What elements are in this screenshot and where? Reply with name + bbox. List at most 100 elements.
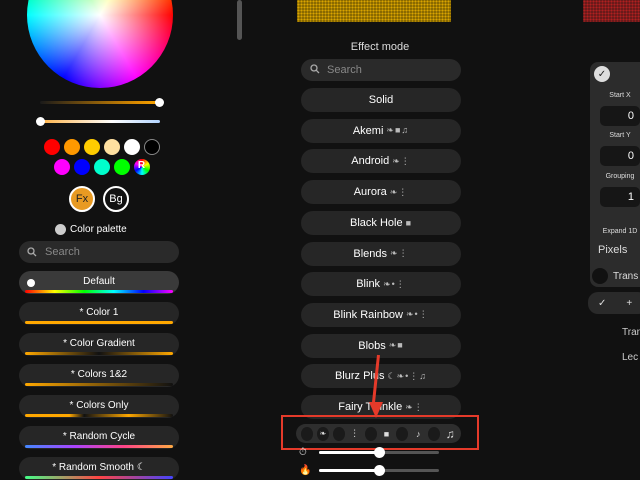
transpose-row: Trans: [592, 268, 638, 284]
palette-item[interactable]: * Color Gradient: [19, 333, 179, 356]
palette-item-label: * Colors Only: [69, 400, 129, 411]
color-wheel[interactable]: [27, 0, 173, 88]
effect-item[interactable]: Blink Rainbow ❧•⋮: [301, 302, 461, 327]
palette-item-label: * Color 1: [79, 307, 119, 318]
color-swatch[interactable]: [73, 159, 90, 175]
palette-gradient-preview: [25, 445, 173, 448]
palette-search-placeholder: Search: [45, 246, 80, 258]
effect-capability-icons: ❧■♫: [386, 125, 410, 136]
palette-item[interactable]: * Colors Only: [19, 395, 179, 418]
transpose-toggle[interactable]: [592, 268, 608, 284]
effect-intensity-row: 🔥: [299, 462, 464, 478]
effect-item[interactable]: Solid: [301, 88, 461, 112]
effect-speed-knob[interactable]: [374, 446, 385, 458]
intensity-flame-icon: 🔥: [299, 464, 312, 476]
palette-gradient-preview: [25, 414, 173, 417]
brightness-slider[interactable]: [40, 98, 164, 107]
effect-item-name: Black Hole: [349, 216, 403, 229]
effect-item-name: Android: [351, 155, 390, 168]
white-balance-slider[interactable]: [36, 117, 160, 126]
start-x-label: Start X: [609, 92, 631, 99]
effect-item[interactable]: Android ❧⋮: [301, 149, 461, 174]
palette-gradient-preview: [25, 383, 173, 386]
effect-item-name: Akemi: [352, 124, 384, 137]
color-swatch[interactable]: [113, 159, 130, 175]
speed-icon: ⏱: [299, 446, 307, 458]
effect-capability-icons: ■: [405, 217, 412, 228]
color-swatch[interactable]: [43, 139, 60, 155]
palette-item[interactable]: * Random Smooth ☾: [19, 457, 179, 480]
effect-capability-icons: ❧•⋮: [383, 278, 406, 289]
effect-item[interactable]: Aurora ❧⋮: [301, 180, 461, 205]
palette-item-label: * Colors 1&2: [70, 369, 128, 380]
effect-capability-icons: ❧⋮: [389, 186, 409, 197]
effect-item[interactable]: Blink ❧•⋮: [301, 272, 461, 297]
transition-label: Tran: [622, 327, 640, 338]
effect-item-name: Blobs: [358, 339, 386, 352]
effect-search-placeholder: Search: [327, 64, 362, 76]
led-label: Lec: [622, 352, 639, 363]
color-swatch[interactable]: [103, 139, 120, 155]
effect-item[interactable]: Blurz Plus ☾❧•⋮♫: [301, 364, 461, 389]
grouping-input[interactable]: 1: [600, 187, 640, 207]
start-x-input[interactable]: 0: [600, 106, 640, 126]
effect-capability-icons: ❧⋮: [392, 155, 411, 166]
add-segment-button[interactable]: +: [626, 298, 632, 309]
effect-item-name: Aurora: [353, 186, 387, 199]
effect-search-input[interactable]: Search: [301, 59, 461, 81]
palette-gradient-preview: [25, 352, 173, 355]
effect-item[interactable]: Akemi ❧■♫: [301, 118, 461, 143]
color-swatch[interactable]: [93, 159, 110, 175]
white-balance-slider-knob[interactable]: [36, 117, 45, 126]
palette-item[interactable]: * Random Cycle: [19, 426, 179, 449]
effect-item[interactable]: Blobs ❧■: [301, 333, 461, 358]
palette-item-label: * Color Gradient: [63, 338, 135, 349]
search-icon: [27, 247, 37, 257]
effect-item[interactable]: Blends ❧⋮: [301, 241, 461, 266]
effect-capability-icons: ❧•⋮: [406, 309, 429, 320]
bg-color-slot-button[interactable]: Bg: [103, 186, 129, 212]
start-y-input[interactable]: 0: [600, 146, 640, 166]
palette-item-label: Default: [83, 276, 115, 287]
palette-item[interactable]: Default: [19, 271, 179, 294]
color-swatch[interactable]: [63, 139, 80, 155]
palette-item-label: * Random Smooth ☾: [52, 462, 146, 473]
color-swatch[interactable]: [123, 139, 140, 155]
expand-1d-label: Expand 1D: [602, 228, 638, 235]
effect-intensity-knob[interactable]: [374, 464, 385, 476]
palette-gradient-preview: [25, 290, 173, 293]
check-icon: ✓: [597, 68, 607, 80]
effect-item-name: Blink Rainbow: [333, 308, 403, 321]
palette-item[interactable]: * Colors 1&2: [19, 364, 179, 387]
annotation-arrow-head: [369, 402, 383, 418]
color-swatch[interactable]: [53, 159, 70, 175]
effect-speed-row: ⏱: [299, 444, 464, 460]
scrollbar-thumb[interactable]: [237, 0, 242, 40]
segment-select-checkbox[interactable]: ✓: [594, 66, 610, 82]
palette-item-label: * Random Cycle: [62, 431, 136, 442]
palette-search-input[interactable]: Search: [19, 241, 179, 263]
effect-intensity-fill: [319, 468, 379, 472]
fx-color-slot-button[interactable]: Fx: [69, 186, 95, 212]
mapping-select[interactable]: Pixels: [590, 240, 640, 260]
grouping-label: Grouping: [605, 173, 635, 180]
swatch-row: R: [39, 159, 164, 175]
brightness-slider-knob[interactable]: [155, 98, 164, 107]
effect-speed-slider[interactable]: [319, 446, 439, 458]
effect-capability-icons: ☾❧•⋮♫: [387, 370, 428, 381]
effect-mode-title: Effect mode: [350, 41, 410, 53]
effect-capability-icons: ❧■: [388, 340, 404, 351]
color-swatch[interactable]: [143, 139, 160, 155]
palette-icon: [55, 224, 66, 235]
led-matrix-preview-secondary: [583, 0, 640, 22]
effect-intensity-slider[interactable]: [319, 464, 439, 476]
random-color-swatch[interactable]: R: [133, 159, 150, 175]
quick-color-swatches: R: [39, 139, 164, 179]
palette-item[interactable]: * Color 1: [19, 302, 179, 325]
color-swatch[interactable]: [83, 139, 100, 155]
effect-item[interactable]: Black Hole ■: [301, 210, 461, 235]
apply-check-icon[interactable]: ✓: [598, 298, 606, 309]
led-matrix-preview: [297, 0, 451, 22]
effect-speed-fill: [319, 450, 379, 454]
random-color-label: R: [137, 160, 146, 171]
